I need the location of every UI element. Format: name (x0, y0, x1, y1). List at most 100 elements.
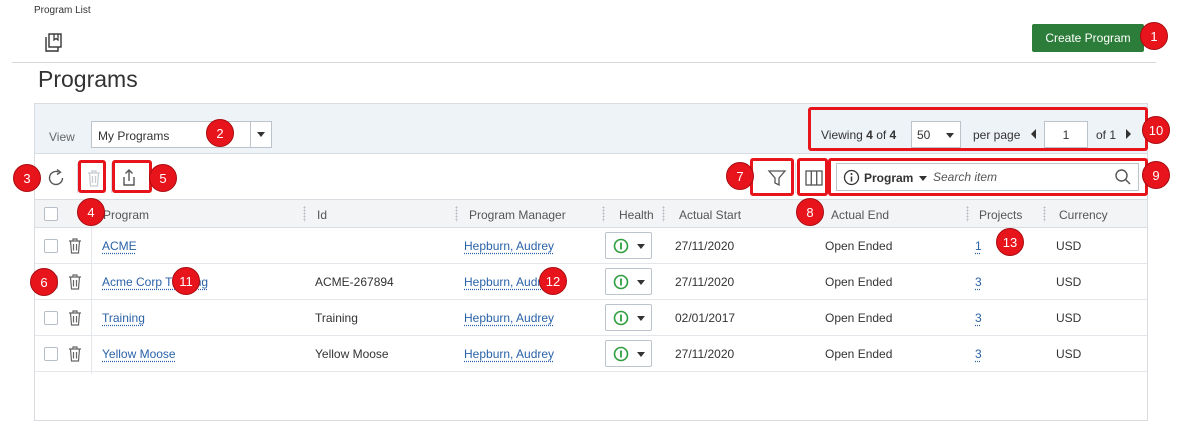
program-manager-link[interactable]: Hepburn, Audrey (464, 311, 554, 325)
callout-badge: 2 (206, 119, 234, 147)
view-dropdown-toggle[interactable] (250, 122, 271, 147)
actual-start: 02/01/2017 (675, 311, 736, 325)
column-header-actual-end[interactable]: Actual End (831, 208, 889, 222)
column-resize-grip[interactable] (966, 206, 969, 222)
prev-page-icon[interactable] (1031, 129, 1036, 139)
chevron-down-icon (257, 132, 265, 137)
trash-icon[interactable] (68, 274, 82, 290)
page-title: Programs (38, 66, 138, 92)
health-select[interactable] (605, 268, 652, 295)
row-checkbox[interactable] (44, 311, 58, 325)
column-resize-grip[interactable] (1043, 206, 1046, 222)
projects-count-link[interactable]: 1 (975, 239, 982, 253)
search-scope-select[interactable]: Program (864, 171, 913, 185)
view-label: View (49, 130, 75, 144)
search-bar: Program (836, 163, 1139, 191)
column-header-currency[interactable]: Currency (1059, 208, 1108, 222)
column-resize-grip[interactable] (303, 206, 306, 222)
view-select-value: My Programs (98, 129, 170, 143)
currency: USD (1056, 275, 1082, 289)
health-select[interactable] (605, 340, 652, 367)
page-size-select[interactable]: 50 (911, 121, 961, 148)
select-all-checkbox[interactable] (44, 207, 58, 221)
chevron-down-icon (637, 244, 645, 249)
row-checkbox[interactable] (44, 347, 58, 361)
health-status-icon (613, 238, 629, 254)
column-header-id[interactable]: Id (317, 208, 327, 222)
table-header: Program Id Program Manager Health Actual… (35, 199, 1147, 228)
filter-icon[interactable] (764, 165, 790, 191)
callout-badge: 11 (172, 267, 200, 295)
currency: USD (1056, 347, 1082, 361)
projects-count-link[interactable]: 3 (975, 347, 982, 361)
actual-start: 27/11/2020 (675, 239, 735, 253)
program-manager-link[interactable]: Hepburn, Audrey (464, 239, 554, 253)
table-row: Training Training Hepburn, Audrey 02/01/… (35, 300, 1147, 336)
toolbar-separator (111, 163, 112, 193)
program-link[interactable]: ACME (102, 239, 137, 253)
projects-count-link[interactable]: 3 (975, 311, 982, 325)
trash-icon[interactable] (68, 238, 82, 254)
chevron-down-icon (637, 316, 645, 321)
table-row: Yellow Moose Yellow Moose Hepburn, Audre… (35, 336, 1147, 372)
program-id: ACME-267894 (315, 275, 394, 289)
column-header-program-manager[interactable]: Program Manager (469, 208, 566, 222)
page-size-value: 50 (917, 128, 931, 142)
callout-badge: 3 (13, 164, 41, 192)
column-resize-grip[interactable] (455, 206, 458, 222)
projects-count-link[interactable]: 3 (975, 275, 982, 289)
health-select[interactable] (605, 232, 652, 259)
columns-icon[interactable] (801, 165, 827, 191)
row-checkbox[interactable] (44, 239, 58, 253)
program-id: Yellow Moose (315, 347, 389, 361)
currency: USD (1056, 239, 1082, 253)
currency: USD (1056, 311, 1082, 325)
chevron-down-icon (946, 133, 954, 138)
health-status-icon (613, 310, 629, 326)
callout-badge: 10 (1142, 116, 1170, 144)
health-select[interactable] (605, 304, 652, 331)
export-icon[interactable] (116, 165, 142, 191)
trash-icon[interactable] (81, 165, 107, 191)
actual-end: Open Ended (825, 275, 893, 289)
trash-icon[interactable] (68, 346, 82, 362)
viewing-summary: Viewing 4 of 4 (821, 128, 897, 142)
program-link[interactable]: Yellow Moose (102, 347, 176, 361)
health-status-icon (613, 346, 629, 362)
create-program-button[interactable]: Create Program (1032, 24, 1144, 52)
actual-start: 27/11/2020 (675, 347, 735, 361)
column-header-health[interactable]: Health (619, 208, 654, 222)
next-page-icon[interactable] (1126, 129, 1131, 139)
actual-end: Open Ended (825, 347, 893, 361)
table-row: ACME Hepburn, Audrey 27/11/2020 Open End… (35, 228, 1147, 264)
actual-end: Open Ended (825, 311, 893, 325)
callout-badge: 9 (1142, 161, 1170, 189)
program-link[interactable]: Training (102, 311, 145, 325)
programs-grid: View My Programs Viewing 4 of 4 50 per p… (34, 103, 1148, 421)
callout-badge: 1 (1140, 22, 1168, 50)
program-manager-link[interactable]: Hepburn, Audrey (464, 347, 554, 361)
callout-badge: 7 (726, 162, 754, 190)
toolbar-separator (77, 163, 78, 193)
search-icon[interactable] (1114, 168, 1132, 186)
callout-badge: 4 (77, 198, 105, 226)
view-select[interactable]: My Programs (91, 121, 272, 148)
callout-badge: 12 (539, 267, 567, 295)
toolbar-separator (795, 163, 796, 193)
trash-icon[interactable] (68, 310, 82, 326)
column-header-actual-start[interactable]: Actual Start (679, 208, 741, 222)
column-resize-grip[interactable] (662, 206, 665, 222)
chevron-down-icon (637, 280, 645, 285)
callout-badge: 8 (796, 198, 824, 226)
column-header-program[interactable]: Program (103, 208, 149, 222)
chevron-down-icon[interactable] (919, 176, 927, 181)
search-input[interactable] (933, 168, 1113, 186)
page-number-input[interactable] (1044, 121, 1088, 148)
column-header-projects[interactable]: Projects (979, 208, 1022, 222)
info-icon[interactable] (843, 169, 860, 186)
column-resize-grip[interactable] (602, 206, 605, 222)
book-icon[interactable] (42, 32, 64, 54)
actual-start: 27/11/2020 (675, 275, 735, 289)
header-divider (12, 62, 1156, 63)
refresh-icon[interactable] (43, 165, 69, 191)
